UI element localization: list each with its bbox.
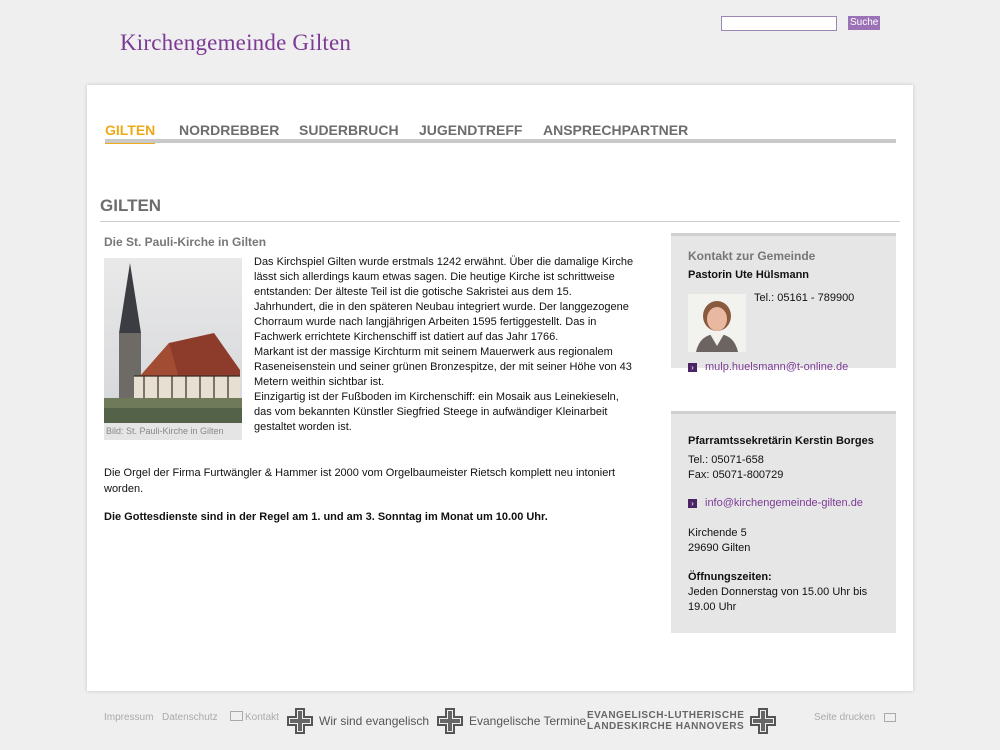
search-button[interactable]: Suche <box>848 16 881 30</box>
paragraph-floor: Einzigartig ist der Fußboden im Kirchens… <box>254 391 619 433</box>
page-heading: GILTEN <box>100 196 162 215</box>
cross-icon <box>287 708 313 734</box>
printer-icon <box>883 712 896 722</box>
logo3-line2: LANDESKIRCHE HANNOVERS <box>587 721 745 732</box>
search-input[interactable] <box>721 16 837 31</box>
footer-impressum-link[interactable]: Impressum <box>104 712 153 723</box>
site-title[interactable]: Kirchengemeinde Gilten <box>120 30 351 56</box>
main-panel: GILTEN NORDREBBER SUDERBRUCH JUGENDTREFF… <box>87 85 913 691</box>
contact-box: Kontakt zur Gemeinde Pastorin Ute Hülsma… <box>671 233 896 373</box>
footer-kontakt-link[interactable]: Kontakt <box>230 711 279 723</box>
pastor-email[interactable]: mulp.huelsmann@t-online.de <box>705 361 848 373</box>
church-photo <box>104 258 242 424</box>
paragraph-history: Das Kirchspiel Gilten wurde erstmals 124… <box>254 256 634 343</box>
nav-rule <box>105 139 896 143</box>
office-street: Kirchende 5 <box>688 527 747 539</box>
print-label: Seite drucken <box>814 712 876 723</box>
organ-text: Die Orgel der Firma Furtwängler & Hammer… <box>104 467 616 495</box>
logo1-label: Wir sind evangelisch <box>319 714 430 728</box>
logo-landeskirche[interactable]: EVANGELISCH-LUTHERISCHE LANDESKIRCHE HAN… <box>587 708 777 734</box>
pastor-phone: Tel.: 05161 - 789900 <box>754 292 855 304</box>
office-email[interactable]: info@kirchengemeinde-gilten.de <box>705 497 863 509</box>
office-email-link[interactable]: › info@kirchengemeinde-gilten.de <box>688 497 863 509</box>
logo2-label: Evangelische Termine <box>469 714 587 728</box>
secretary-name: Pfarramtssekretärin Kerstin Borges <box>688 435 874 447</box>
logo-wir-sind-evangelisch[interactable]: Wir sind evangelisch <box>287 708 429 734</box>
footer-kontakt-label: Kontakt <box>245 712 279 723</box>
hours-text: Jeden Donnerstag von 15.00 Uhr bis 19.00… <box>688 586 868 613</box>
contact-title: Kontakt zur Gemeinde <box>688 249 816 263</box>
office-phone: Tel.: 05071-658 <box>688 454 764 466</box>
hours-label: Öffnungszeiten: <box>688 571 772 583</box>
paragraph-tower: Markant ist der massige Kirchturm mit se… <box>254 346 632 388</box>
article-body: Das Kirchspiel Gilten wurde erstmals 124… <box>254 255 634 435</box>
footer: Impressum Datenschutz Kontakt Wir sind e… <box>104 708 904 734</box>
pastor-avatar <box>688 294 746 352</box>
heading-divider <box>100 221 900 222</box>
pastor-email-link[interactable]: › mulp.huelsmann@t-online.de <box>688 361 848 373</box>
office-box: Pfarramtssekretärin Kerstin Borges Tel.:… <box>671 411 896 633</box>
article-title: Die St. Pauli-Kirche in Gilten <box>104 235 267 249</box>
pastor-name: Pastorin Ute Hülsmann <box>688 269 810 281</box>
photo-caption: Bild: St. Pauli-Kirche in Gilten <box>104 423 242 440</box>
cross-icon <box>437 708 463 734</box>
cross-icon <box>750 708 777 734</box>
print-page-link[interactable]: Seite drucken <box>814 712 896 723</box>
arrow-right-icon: › <box>688 498 697 508</box>
office-city: 29690 Gilten <box>688 542 751 554</box>
footer-datenschutz-link[interactable]: Datenschutz <box>162 712 218 723</box>
services-text: Die Gottesdienste sind in der Regel am 1… <box>104 511 548 523</box>
logo3-line1: EVANGELISCH-LUTHERISCHE <box>587 710 745 721</box>
logo-evangelische-termine[interactable]: Evangelische Termine <box>437 708 586 734</box>
envelope-icon <box>230 711 243 722</box>
arrow-right-icon: › <box>688 362 697 372</box>
office-fax: Fax: 05071-800729 <box>688 469 784 481</box>
